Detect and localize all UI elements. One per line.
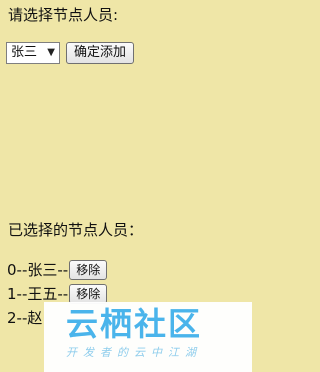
watermark-slogan: 开发者的云中江湖 (66, 346, 202, 359)
list-item-label: 0--张三-- (7, 261, 69, 279)
watermark-overlay: 云栖社区 开发者的云中江湖 (44, 302, 252, 372)
list-item-label: 2--赵 (7, 309, 43, 327)
remove-button[interactable]: 移除 (69, 260, 108, 280)
remove-button[interactable]: 移除 (69, 284, 108, 304)
list-item: 0--张三-- 移除 (7, 258, 108, 282)
person-select[interactable]: 张三 ▼ (6, 42, 60, 64)
confirm-add-button[interactable]: 确定添加 (66, 42, 135, 64)
watermark-logo-text: 云栖社区 (66, 305, 203, 343)
add-node-controls: 张三 ▼ 确定添加 (6, 41, 135, 65)
selected-nodes-title: 已选择的节点人员： (8, 221, 144, 239)
person-select-value: 张三 (11, 45, 38, 60)
node-prompt-label: 请选择节点人员: (8, 6, 119, 24)
chevron-down-icon: ▼ (47, 47, 55, 58)
